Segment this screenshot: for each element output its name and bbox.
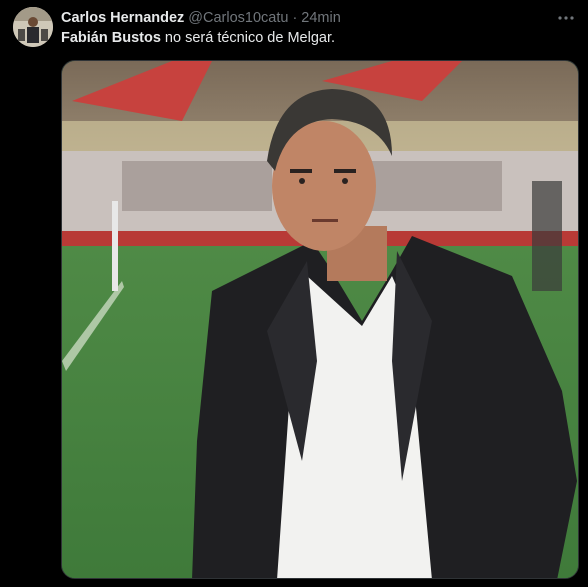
author-handle[interactable]: @Carlos10catu	[188, 10, 288, 26]
photo-illustration	[62, 61, 578, 578]
tweet: Carlos Hernandez @Carlos10catu · 24min F…	[0, 0, 588, 587]
separator-dot: ·	[292, 10, 298, 26]
tweet-text-bold: Fabián Bustos	[61, 30, 161, 46]
tweet-text-rest: no será técnico de Melgar.	[160, 30, 336, 46]
tweet-photo[interactable]	[61, 60, 579, 579]
tweet-header: Carlos Hernandez @Carlos10catu · 24min	[61, 8, 341, 28]
avatar[interactable]	[13, 7, 53, 47]
author-name[interactable]: Carlos Hernandez	[61, 10, 184, 26]
tweet-text: Fabián Bustos no será técnico de Melgar.	[61, 30, 335, 46]
more-options-button[interactable]	[556, 8, 576, 28]
timestamp[interactable]: 24min	[301, 10, 341, 26]
more-horizontal-icon	[558, 16, 574, 20]
